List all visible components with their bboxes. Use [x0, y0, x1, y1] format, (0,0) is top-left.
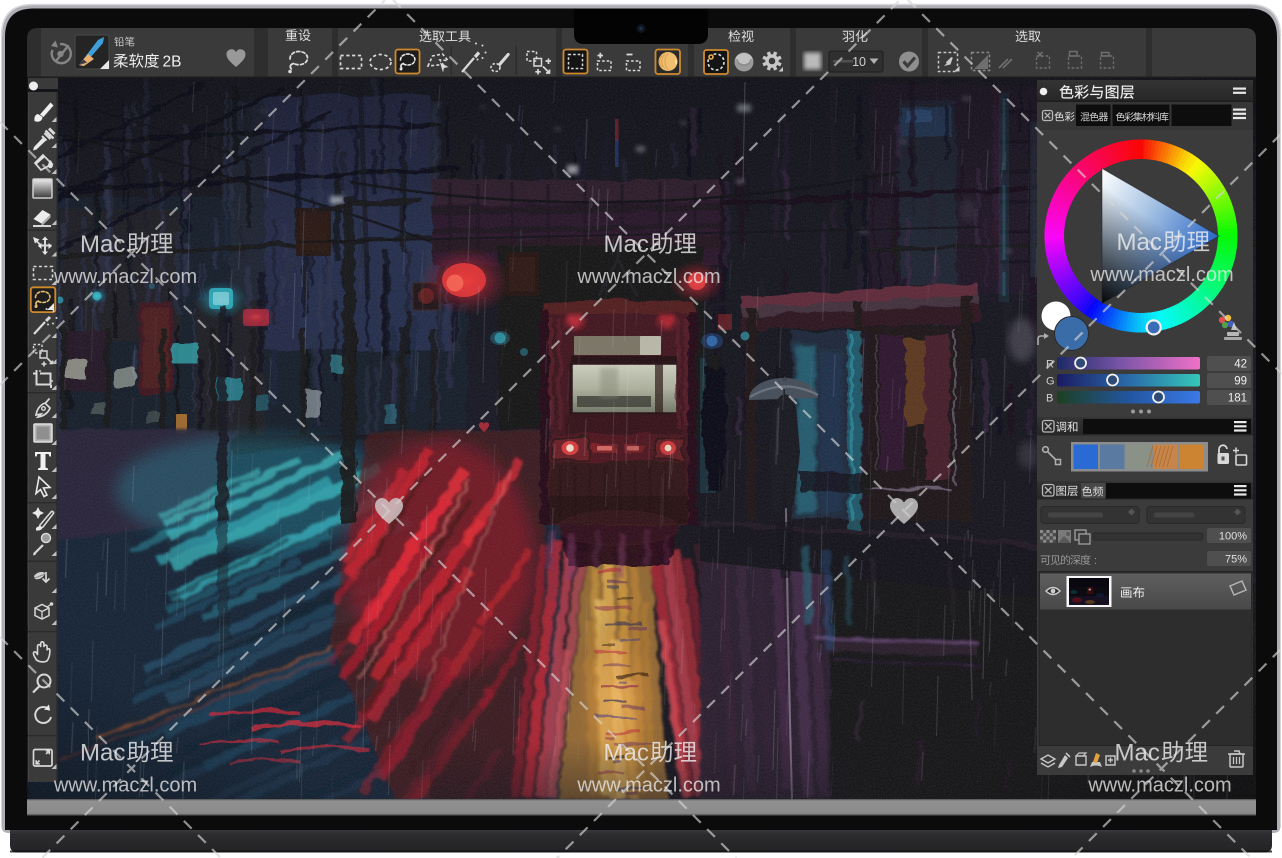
svg-text::: :: [1094, 555, 1097, 567]
svg-text:181: 181: [1228, 393, 1247, 405]
svg-text:2B: 2B: [163, 54, 182, 71]
svg-text:99: 99: [1234, 376, 1247, 388]
svg-text:Mac: Mac: [1115, 740, 1160, 767]
svg-text:B: B: [1046, 393, 1053, 405]
svg-text:75%: 75%: [1225, 554, 1247, 566]
svg-text:Mac: Mac: [80, 740, 125, 767]
svg-text:Mac: Mac: [1117, 229, 1162, 256]
svg-text:Mac: Mac: [604, 231, 649, 258]
svg-text:www.maczl.com: www.maczl.com: [576, 775, 720, 797]
svg-text:G: G: [1046, 376, 1055, 388]
svg-text:10: 10: [852, 55, 866, 69]
svg-text:www.maczl.com: www.maczl.com: [576, 266, 720, 288]
svg-text:www.maczl.com: www.maczl.com: [53, 775, 197, 797]
svg-text:Mac: Mac: [604, 740, 649, 767]
svg-text:www.maczl.com: www.maczl.com: [1089, 264, 1233, 286]
svg-text:Mac: Mac: [80, 231, 125, 258]
svg-text:www.maczl.com: www.maczl.com: [1087, 775, 1231, 797]
svg-text:100%: 100%: [1219, 531, 1247, 543]
svg-text:www.maczl.com: www.maczl.com: [53, 266, 197, 288]
svg-text:42: 42: [1234, 359, 1247, 371]
